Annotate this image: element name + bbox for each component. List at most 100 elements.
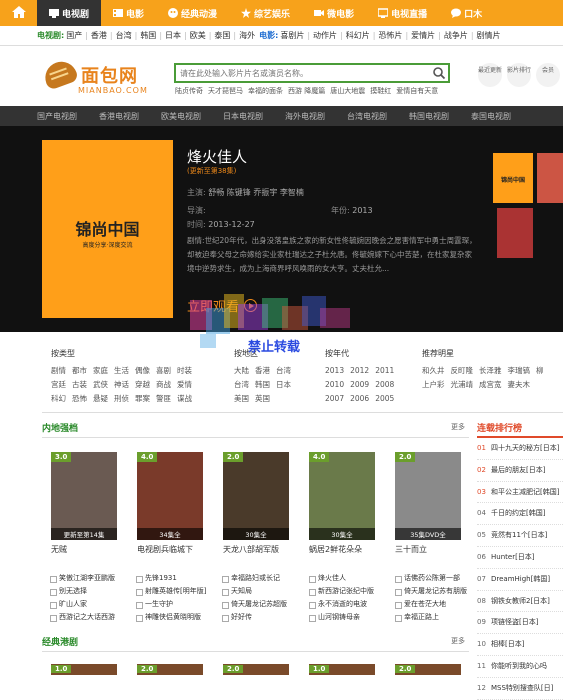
filter-star-link[interactable]: 成宫宽 [479, 380, 502, 389]
text-list-item[interactable]: 好好传 [222, 611, 287, 624]
text-list-item[interactable]: 爱在苍茫大地 [395, 598, 467, 611]
movie-title[interactable]: 电视剧兵临城下 [137, 544, 203, 555]
text-list-item[interactable]: 别无选择 [50, 585, 115, 598]
filter-type-link[interactable]: 家庭 [93, 366, 108, 375]
category-link[interactable]: 日本电视剧 [223, 111, 285, 122]
filter-type-link[interactable]: 谍战 [177, 394, 192, 403]
movie-title[interactable]: 天龙八部胡军版 [223, 544, 289, 555]
hot-keyword[interactable]: 西游 降魔篇 [288, 87, 325, 95]
topnav-film[interactable]: 电影 [101, 0, 156, 26]
subnav-tv-link[interactable]: 欧美 [190, 31, 206, 40]
filter-region-link[interactable]: 台湾 [276, 366, 291, 375]
movie-card[interactable]: 1.0 [309, 664, 375, 675]
subnav-film-link[interactable]: 爱情片 [411, 31, 435, 40]
filter-type-link[interactable]: 武侠 [93, 380, 108, 389]
filter-year-link[interactable]: 2012 [350, 366, 369, 375]
text-list-item[interactable]: 山河钢铸母亲 [309, 611, 374, 624]
filter-type-link[interactable]: 科幻 [51, 394, 66, 403]
ranking-item[interactable]: 01 四十九天的秘方[日本] [477, 438, 563, 460]
text-list-item[interactable]: 话佛药公陈第一部 [395, 572, 467, 585]
filter-star-link[interactable]: 妻夫木 [508, 380, 531, 389]
hot-keyword[interactable]: 幸福的面条 [248, 87, 283, 95]
filter-star-link[interactable]: 光浦靖 [451, 380, 474, 389]
site-logo[interactable]: 面包网 MIANBAO.COM [40, 57, 147, 100]
featured-poster[interactable]: 锦尚中国 高度分享·深度交流 [42, 140, 173, 318]
ranking-item[interactable]: 06 Hunter[日本] [477, 547, 563, 569]
subnav-tv-link[interactable]: 台湾 [116, 31, 132, 40]
ranking-item[interactable]: 07 DreamHigh[韩国] [477, 569, 563, 591]
filter-type-link[interactable]: 时装 [177, 366, 192, 375]
subnav-film-link[interactable]: 战争片 [444, 31, 468, 40]
subnav-film-link[interactable]: 动作片 [313, 31, 337, 40]
movie-card[interactable]: 2.0 [137, 664, 203, 675]
subnav-tv-link[interactable]: 泰国 [214, 31, 230, 40]
text-list-item[interactable]: 倚天屠龙记苏超版 [222, 598, 287, 611]
category-link[interactable]: 欧美电视剧 [161, 111, 223, 122]
filter-star-link[interactable]: 长泽雅 [479, 366, 502, 375]
hero-thumb[interactable] [497, 208, 533, 258]
subnav-film-link[interactable]: 科幻片 [346, 31, 370, 40]
ranking-item[interactable]: 10 相棒[日本] [477, 634, 563, 656]
text-list-item[interactable]: 倚天屠龙记苏有朋版 [395, 585, 467, 598]
movie-title[interactable]: 三十而立 [395, 544, 461, 555]
filter-type-link[interactable]: 偶像 [135, 366, 150, 375]
featured-title[interactable]: 烽火佳人 [187, 146, 247, 167]
movie-poster[interactable]: 4.0 30集全 [309, 452, 375, 540]
topnav-anime[interactable]: 经典动漫 [156, 0, 229, 26]
subnav-tv-link[interactable]: 日本 [165, 31, 181, 40]
movie-card[interactable]: 4.0 30集全 蜗居2鲜花朵朵 [309, 452, 375, 555]
movie-title[interactable]: 无贼 [51, 544, 117, 555]
category-link[interactable]: 泰国电视剧 [471, 111, 533, 122]
movie-card[interactable]: 1.0 [51, 664, 117, 675]
text-list-item[interactable]: 笑傲江湖李亚鹏版 [50, 572, 115, 585]
text-list-item[interactable]: 一生守护 [136, 598, 206, 611]
filter-year-link[interactable]: 2008 [375, 380, 394, 389]
topnav-other[interactable]: 口木 [439, 0, 494, 26]
filter-type-link[interactable]: 都市 [72, 366, 87, 375]
filter-region-link[interactable]: 台湾 [234, 380, 249, 389]
movie-card[interactable]: 2.0 30集全 天龙八部胡军版 [223, 452, 289, 555]
text-list-item[interactable]: 烽火佳人 [309, 572, 374, 585]
member-button[interactable]: 会员 [536, 63, 560, 87]
topnav-tv[interactable]: 电视剧 [37, 0, 102, 26]
hot-keyword[interactable]: 天才琵琶马 [208, 87, 243, 95]
text-list-item[interactable]: 新西游记张纪中版 [309, 585, 374, 598]
search-input[interactable] [176, 65, 416, 81]
filter-type-link[interactable]: 恐怖 [72, 394, 87, 403]
hero-thumb[interactable] [537, 153, 563, 203]
movie-poster[interactable]: 3.0 更新至第14集 [51, 452, 117, 540]
subnav-tv-link[interactable]: 韩国 [140, 31, 156, 40]
filter-region-link[interactable]: 大陆 [234, 366, 249, 375]
subnav-film-link[interactable]: 恐怖片 [378, 31, 402, 40]
movie-card[interactable]: 2.0 [223, 664, 289, 675]
movie-poster[interactable]: 2.0 35集DVD全 [395, 452, 461, 540]
filter-region-link[interactable]: 香港 [255, 366, 270, 375]
subnav-tv-link[interactable]: 香港 [91, 31, 107, 40]
text-list-item[interactable]: 永不消逝的电波 [309, 598, 374, 611]
filter-star-link[interactable]: 柳 [536, 366, 544, 375]
filter-type-link[interactable]: 悬疑 [93, 394, 108, 403]
movie-poster[interactable]: 4.0 34集全 [137, 452, 203, 540]
home-icon[interactable] [12, 6, 26, 18]
filter-region-link[interactable]: 日本 [276, 380, 291, 389]
ranking-item[interactable]: 11 你能听到我的心吗 [477, 656, 563, 678]
filter-type-link[interactable]: 生活 [114, 366, 129, 375]
filter-type-link[interactable]: 宫廷 [51, 380, 66, 389]
search-button[interactable] [432, 66, 446, 80]
subnav-tv-link[interactable]: 海外 [239, 31, 255, 40]
filter-year-link[interactable]: 2009 [350, 380, 369, 389]
subnav-tv-link[interactable]: 国产 [66, 31, 82, 40]
filter-star-link[interactable]: 反町隆 [451, 366, 474, 375]
filter-type-link[interactable]: 警匪 [156, 394, 171, 403]
filter-region-link[interactable]: 韩国 [255, 380, 270, 389]
filter-star-link[interactable]: 李瑞镐 [508, 366, 531, 375]
filter-type-link[interactable]: 刑侦 [114, 394, 129, 403]
topnav-microfilm[interactable]: 微电影 [302, 0, 366, 26]
filter-year-link[interactable]: 2013 [325, 366, 344, 375]
category-link[interactable]: 台湾电视剧 [347, 111, 409, 122]
filter-type-link[interactable]: 爱情 [177, 380, 192, 389]
more-link[interactable]: 更多 [451, 422, 465, 432]
filter-year-link[interactable]: 2011 [375, 366, 394, 375]
text-list-item[interactable]: 旷山人家 [50, 598, 115, 611]
filter-type-link[interactable]: 喜剧 [156, 366, 171, 375]
